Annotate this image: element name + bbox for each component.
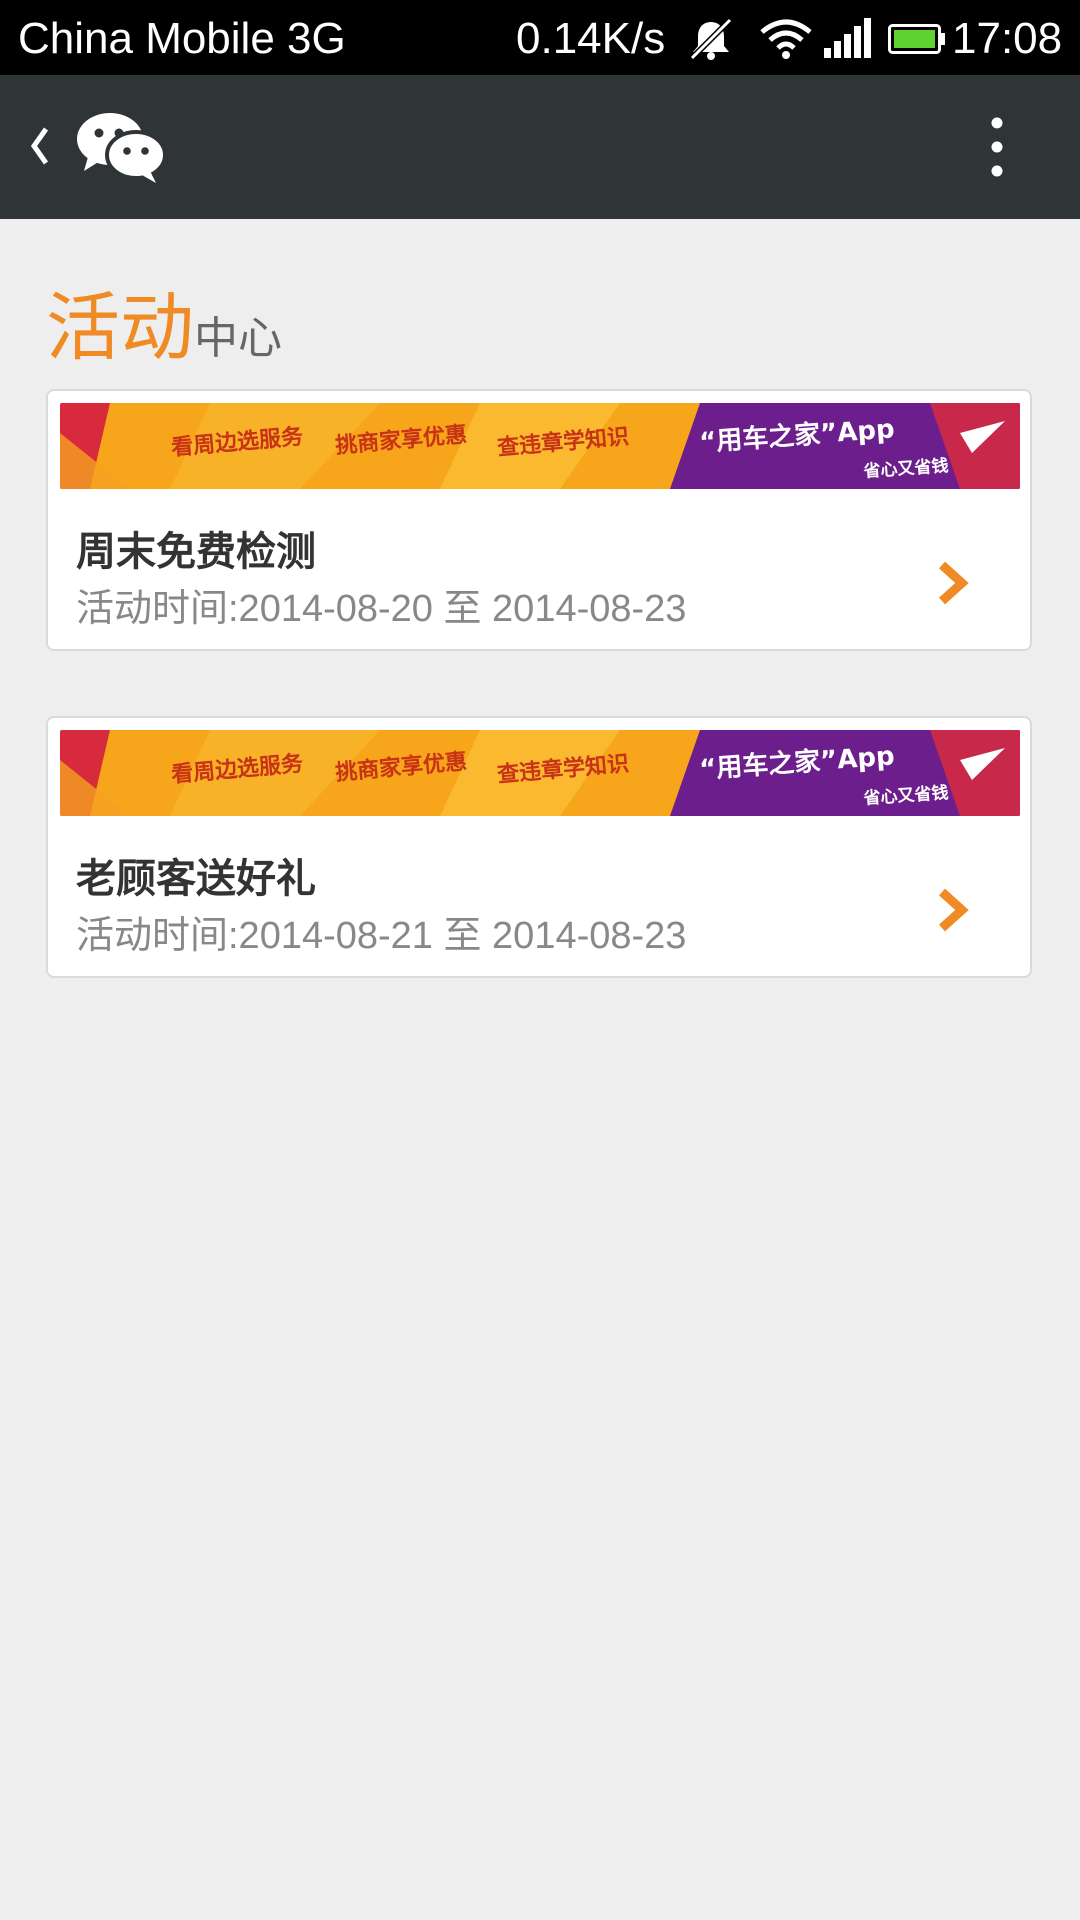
- chevron-right-icon[interactable]: [936, 888, 970, 932]
- more-vertical-icon[interactable]: [984, 115, 1010, 179]
- banner-graphic: 看周边选服务 挑商家享优惠 查违章学知识 “用车之家”App 省心又省钱: [60, 403, 1020, 489]
- chevron-left-icon[interactable]: [28, 123, 52, 169]
- wifi-icon: [760, 19, 812, 59]
- clock: 17:08: [952, 14, 1063, 63]
- activity-card[interactable]: 看周边选服务 挑商家享优惠 查违章学知识 “用车之家”App 省心又省钱 老顾客…: [46, 716, 1032, 978]
- activity-banner: 看周边选服务 挑商家享优惠 查违章学知识 “用车之家”App 省心又省钱: [60, 730, 1020, 816]
- wechat-icon[interactable]: [74, 109, 168, 187]
- activity-title: 老顾客送好礼: [76, 856, 316, 902]
- battery-icon: [888, 24, 945, 54]
- activity-title: 周末免费检测: [76, 529, 316, 575]
- section-title-highlight: 活动: [46, 285, 194, 371]
- status-bar: China Mobile 3G 0.14K/s 17:08: [0, 0, 1080, 75]
- activity-date: 活动时间:2014-08-20 至 2014-08-23: [76, 588, 687, 630]
- section-title-rest: 中心: [194, 313, 282, 364]
- app-bar: [0, 75, 1080, 219]
- mute-icon: [689, 17, 733, 61]
- activity-card[interactable]: 看周边选服务 挑商家享优惠 查违章学知识 “用车之家”App 省心又省钱 周末免…: [46, 389, 1032, 651]
- network-speed: 0.14K/s: [516, 14, 666, 63]
- banner-graphic: 看周边选服务 挑商家享优惠 查违章学知识 “用车之家”App 省心又省钱: [60, 730, 1020, 816]
- signal-icon: [824, 18, 871, 58]
- activity-banner: 看周边选服务 挑商家享优惠 查违章学知识 “用车之家”App 省心又省钱: [60, 403, 1020, 489]
- section-title: 活动中心: [46, 268, 282, 375]
- chevron-right-icon[interactable]: [936, 561, 970, 605]
- activity-date: 活动时间:2014-08-21 至 2014-08-23: [76, 915, 687, 957]
- carrier-label: China Mobile 3G: [18, 14, 346, 63]
